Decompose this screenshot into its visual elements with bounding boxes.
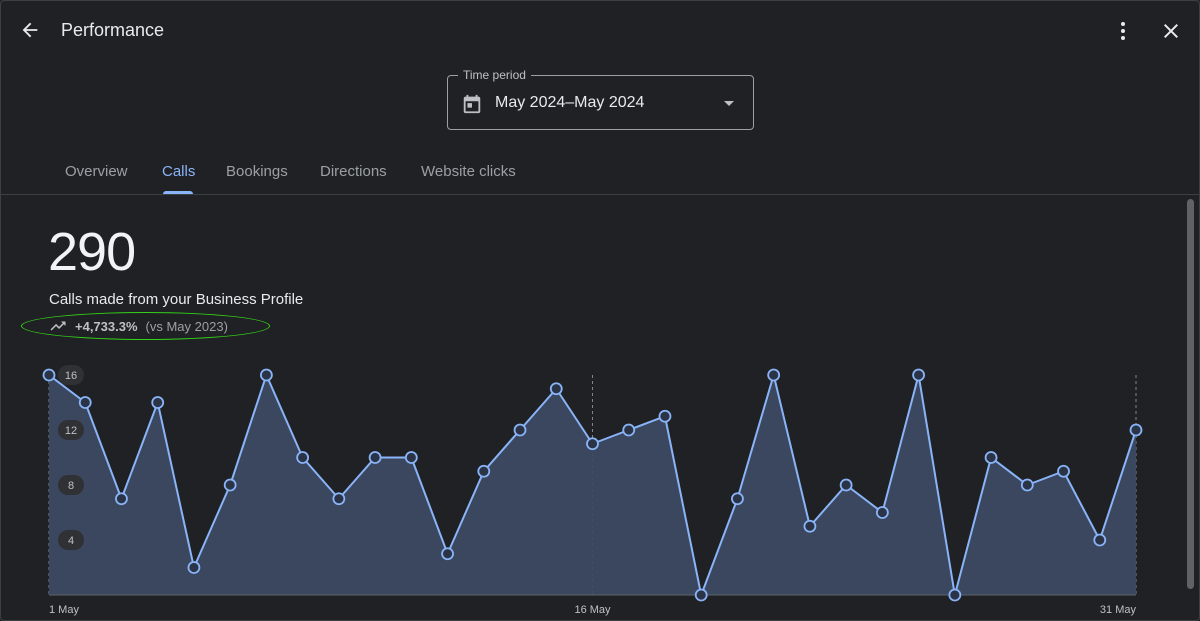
- data-point: [912, 368, 925, 382]
- data-point: [839, 478, 853, 492]
- data-point: [1093, 533, 1107, 547]
- performance-dialog: Performance Time period May 2024–May 202…: [0, 0, 1200, 621]
- close-button[interactable]: [1157, 17, 1185, 45]
- dropdown-arrow-icon: [724, 101, 734, 106]
- arrow-back-icon: [22, 22, 38, 38]
- data-point: [658, 409, 672, 423]
- data-point: [259, 368, 273, 382]
- data-point: [586, 437, 599, 451]
- highlight-annotation: [21, 312, 270, 340]
- x-tick-label: 1 May: [49, 604, 79, 616]
- x-tick-label: 31 May: [1100, 604, 1137, 616]
- data-point: [187, 561, 201, 574]
- data-point: [549, 382, 563, 396]
- data-point: [404, 451, 418, 464]
- y-tick-label: 4: [68, 535, 74, 547]
- close-icon: [1164, 24, 1178, 38]
- data-point: [875, 506, 889, 519]
- data-point: [1020, 478, 1034, 492]
- data-point: [223, 478, 237, 492]
- time-period-label: Time period: [458, 68, 531, 82]
- data-point: [296, 451, 310, 464]
- active-tab-indicator: [163, 191, 193, 194]
- time-period-value: May 2024–May 2024: [495, 94, 645, 111]
- data-point: [803, 519, 817, 533]
- data-point: [332, 492, 346, 506]
- data-point: [1129, 423, 1143, 437]
- data-point: [477, 464, 491, 478]
- scrollbar[interactable]: [1186, 197, 1196, 620]
- data-point: [78, 396, 92, 409]
- data-point: [441, 547, 454, 561]
- time-period-select[interactable]: Time period May 2024–May 2024: [447, 68, 754, 130]
- data-point: [1057, 464, 1070, 478]
- data-point: [767, 368, 781, 382]
- metric-description: Calls made from your Business Profile: [49, 291, 304, 308]
- series-area: [49, 375, 1136, 595]
- scrollbar-thumb[interactable]: [1187, 199, 1194, 589]
- data-point: [368, 451, 382, 464]
- y-tick-label: 8: [68, 480, 74, 492]
- y-tick-label: 12: [65, 425, 77, 437]
- tab-directions[interactable]: Directions: [320, 163, 387, 180]
- data-point: [151, 396, 165, 409]
- calls-chart: 4 8 12 16 1 May 16 May 31 May: [42, 365, 1143, 616]
- data-point: [513, 423, 527, 437]
- data-point: [42, 368, 56, 382]
- data-point: [984, 451, 998, 464]
- data-point: [694, 588, 708, 602]
- back-button[interactable]: [15, 15, 45, 45]
- more-options-button[interactable]: [1109, 17, 1137, 45]
- x-tick-label: 16 May: [574, 604, 611, 616]
- tab-overview[interactable]: Overview: [65, 163, 128, 180]
- page-title: Performance: [61, 20, 165, 40]
- tab-bar: Overview Calls Bookings Directions Websi…: [1, 147, 1199, 195]
- tab-website-clicks[interactable]: Website clicks: [421, 163, 516, 180]
- data-point: [948, 588, 962, 602]
- tab-calls[interactable]: Calls: [162, 163, 195, 180]
- data-point: [622, 423, 636, 437]
- data-point: [115, 492, 128, 506]
- tab-bookings[interactable]: Bookings: [226, 163, 288, 180]
- more-vert-icon: [1121, 22, 1125, 40]
- top-bar: Performance: [1, 1, 1199, 61]
- calendar-icon: [463, 94, 481, 114]
- data-point: [731, 492, 744, 506]
- calls-count: 290: [48, 222, 136, 282]
- y-tick-label: 16: [65, 370, 77, 382]
